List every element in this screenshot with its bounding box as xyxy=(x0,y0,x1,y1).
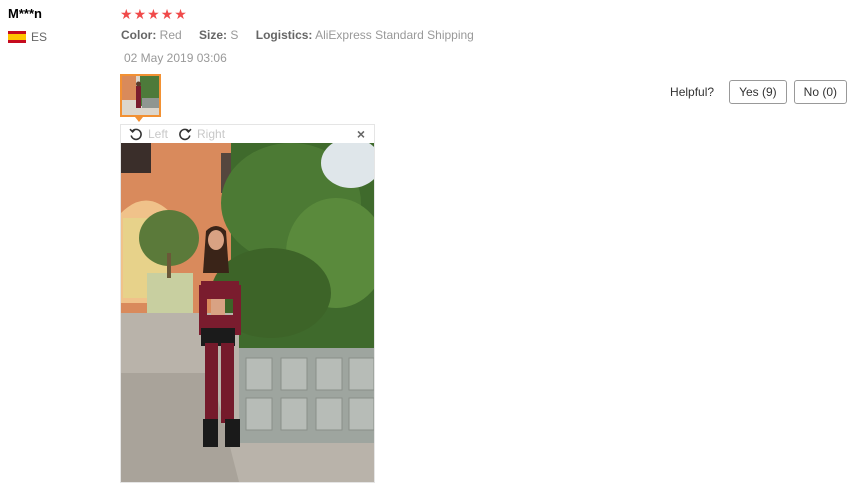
review-photo-thumbnail[interactable] xyxy=(120,74,161,117)
rotate-left-label: Left xyxy=(148,127,169,141)
country-code: ES xyxy=(31,30,48,44)
helpful-yes-button[interactable]: Yes (9) xyxy=(729,80,787,104)
star-icon: ★ xyxy=(133,6,147,22)
rotate-right-button[interactable]: Right xyxy=(178,127,225,141)
helpful-no-button[interactable]: No (0) xyxy=(793,80,847,104)
reviewer-country: ES xyxy=(8,30,47,44)
photo-viewer: Left Right × xyxy=(120,124,375,483)
order-attribute-size: Size: S xyxy=(199,28,239,42)
star-icon: ★ xyxy=(120,6,133,22)
review-photo xyxy=(121,143,374,482)
photo-viewer-toolbar: Left Right × xyxy=(121,125,374,143)
rotate-left-icon xyxy=(129,128,142,141)
rotate-right-label: Right xyxy=(197,127,226,141)
star-icon: ★ xyxy=(174,6,187,22)
order-info: Color: Red Size: S Logistics: AliExpress… xyxy=(121,28,488,42)
rotate-right-icon xyxy=(179,128,192,141)
close-icon[interactable]: × xyxy=(357,126,365,142)
reviewer-name: M***n xyxy=(8,6,42,21)
star-icon: ★ xyxy=(160,6,174,22)
helpful-label: Helpful? xyxy=(670,85,715,99)
spain-flag-icon xyxy=(8,31,26,43)
rating-stars: ★ ★ ★ ★ ★ xyxy=(120,7,187,21)
order-attribute-logistics: Logistics: AliExpress Standard Shipping xyxy=(255,28,474,42)
star-icon: ★ xyxy=(147,6,160,22)
rotate-left-button[interactable]: Left xyxy=(129,127,168,141)
thumbnail-caret-icon xyxy=(135,117,143,122)
helpful-votes: Helpful? Yes (9) No (0) xyxy=(670,80,847,104)
order-attribute-color: Color: Red xyxy=(121,28,182,42)
review-date: 02 May 2019 03:06 xyxy=(124,51,227,65)
